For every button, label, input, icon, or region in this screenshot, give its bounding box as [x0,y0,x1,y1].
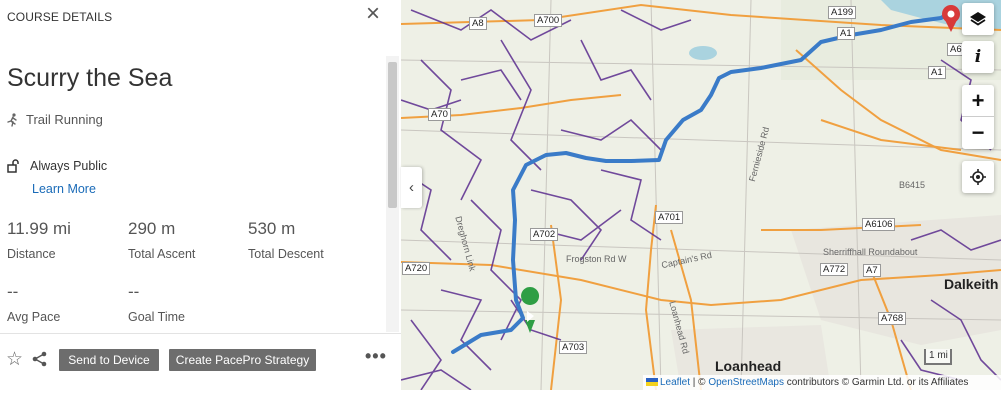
stat-label: Goal Time [128,310,185,324]
activity-label: Trail Running [26,112,103,127]
stat-label: Total Descent [248,247,324,261]
street-frogston-rd-w: Frogston Rd W [566,254,627,264]
panel-footer: ☆ Send to Device Create PacePro Strategy… [0,333,401,389]
locate-icon[interactable] [962,161,994,193]
crosshair-glyph [970,169,986,185]
course-title: Scurry the Sea [7,64,173,92]
leaflet-link[interactable]: Leaflet [660,377,690,388]
layers-icon[interactable] [962,3,994,35]
layers-glyph [970,12,986,26]
stat-total-descent: 530 m Total Descent [248,219,324,261]
road-label-a701: A701 [655,211,684,224]
street-sherriffhall-roundabout: Sherriffhall Roundabout [823,247,918,257]
panel-header: COURSE DETAILS [7,10,113,24]
map-attribution: Leaflet | © OpenStreetMaps contributors … [643,375,1001,390]
place-loanhead: Loanhead [715,358,782,374]
map-canvas [401,0,1001,390]
runner-icon [7,112,17,127]
road-label-b6415: B6415 [899,180,926,190]
unlock-icon [7,159,19,173]
stat-goal-time: -- Goal Time [128,282,185,324]
star-icon[interactable]: ☆ [6,348,23,371]
stat-total-ascent: 290 m Total Ascent [128,219,195,261]
privacy-setting: Always Public [7,159,107,173]
app-root: COURSE DETAILS × Scurry the Sea Trail Ru… [0,0,1001,401]
map-scale: 1 mi [924,349,952,365]
zoom-out-button[interactable]: − [962,117,994,149]
stat-label: Distance [7,247,56,261]
stat-value: -- [128,282,140,301]
road-label-a8: A8 [469,17,487,30]
activity-type: Trail Running [7,112,103,127]
road-label-a199: A199 [828,6,857,19]
stat-avg-pace: -- Avg Pace [7,282,60,324]
info-icon[interactable]: i [962,41,994,73]
road-label-a70: A70 [428,108,451,121]
send-to-device-button[interactable]: Send to Device [59,349,159,371]
bottom-strip [0,390,1001,401]
road-label-a768: A768 [878,312,907,325]
road-label-a7: A7 [863,264,881,277]
map-view[interactable]: A8 A700 A199 A1 A60 A1 A70 A701 A702 A61… [401,0,1001,390]
scrollbar-thumb[interactable] [388,62,397,208]
road-label-a1: A1 [928,66,946,79]
road-label-a720: A720 [402,262,431,275]
stat-value: 11.99 mi [7,219,71,238]
road-label-a700: A700 [534,14,563,27]
share-icon[interactable] [32,351,48,367]
road-label-a772: A772 [820,263,849,276]
zoom-control: + − [962,85,994,149]
ukraine-flag-icon [646,378,658,387]
privacy-label: Always Public [30,159,108,173]
osm-link[interactable]: OpenStreetMaps [708,377,784,388]
attribution-sep: | © [690,377,709,388]
place-dalkeith: Dalkeith [944,276,999,292]
road-label-a703: A703 [559,341,588,354]
course-details-panel: COURSE DETAILS × Scurry the Sea Trail Ru… [0,0,401,390]
more-options-icon[interactable]: ••• [365,346,387,367]
stat-value: 530 m [248,219,296,238]
road-label-a6106: A6106 [862,218,896,231]
collapse-panel-icon[interactable]: ‹ [401,167,422,208]
attribution-rest: contributors © Garmin Ltd. or its Affili… [783,377,969,388]
stat-label: Avg Pace [7,310,61,324]
stat-value: -- [7,282,19,301]
stat-distance: 11.99 mi Distance [7,219,71,261]
learn-more-link[interactable]: Learn More [32,182,96,196]
road-label-a702: A702 [530,228,559,241]
stat-value: 290 m [128,219,176,238]
close-icon[interactable]: × [366,2,390,27]
road-label-a1-top: A1 [837,27,855,40]
stat-label: Total Ascent [128,247,196,261]
create-pacepro-strategy-button[interactable]: Create PacePro Strategy [169,349,316,371]
zoom-in-button[interactable]: + [962,85,994,117]
